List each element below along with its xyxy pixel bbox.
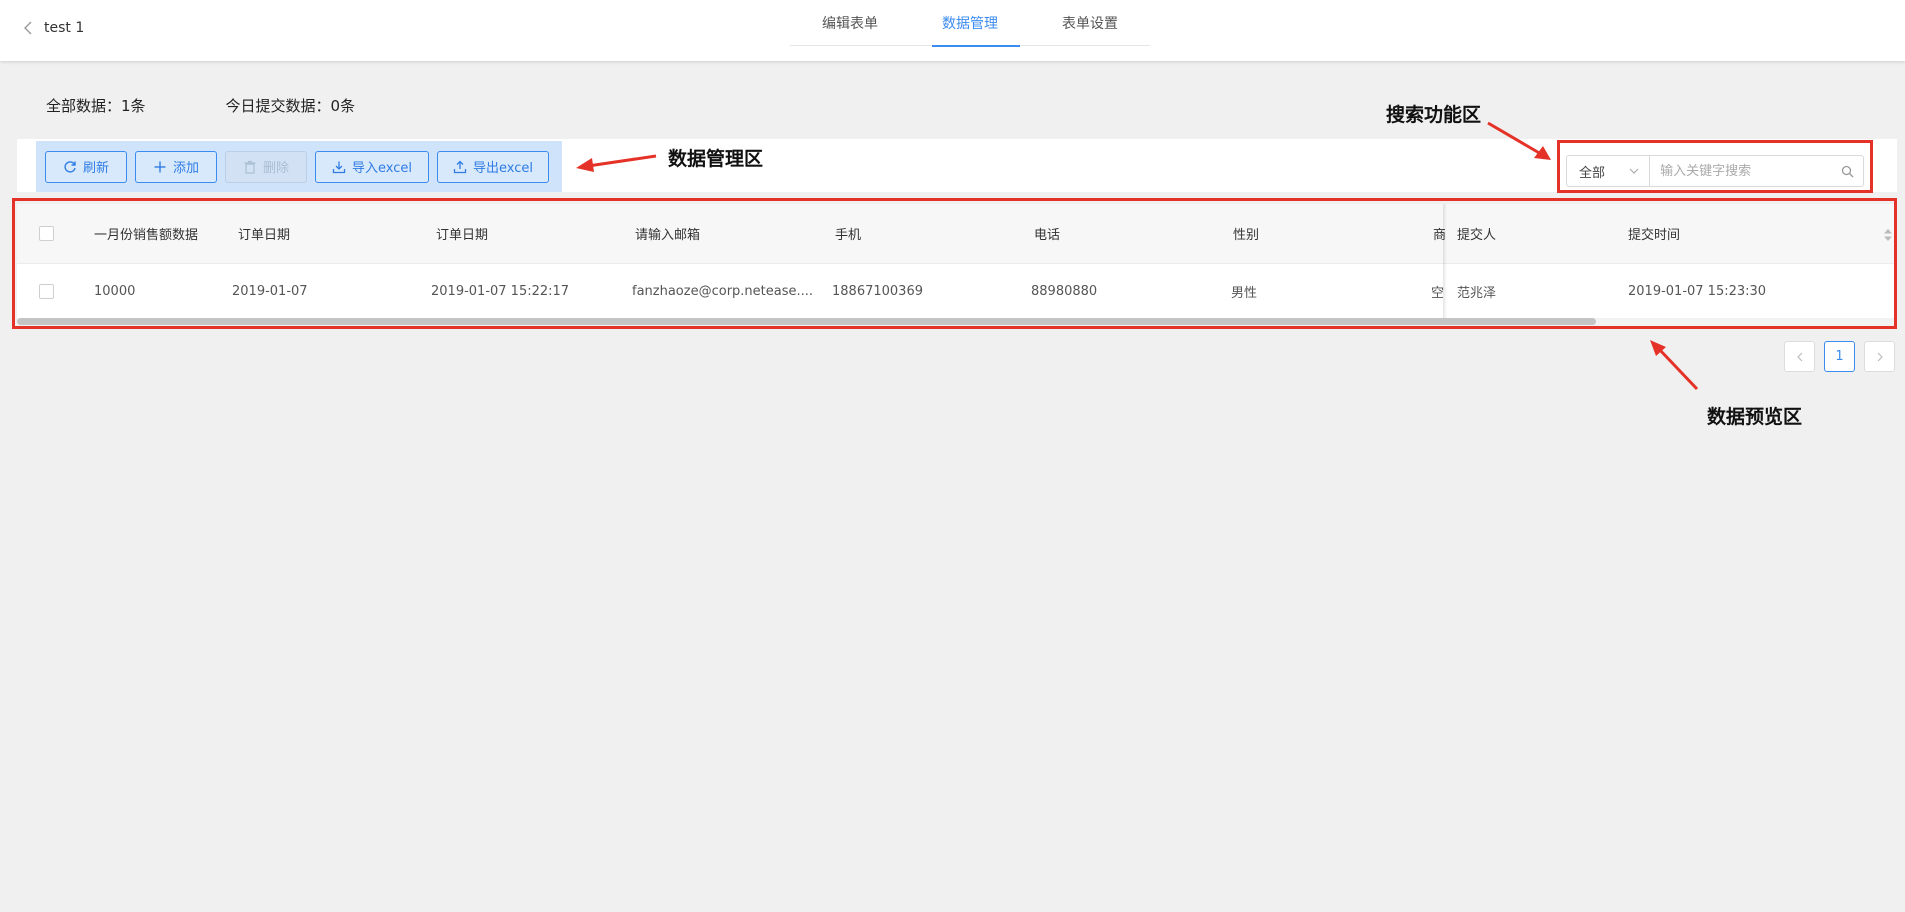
search-scope-select[interactable]: 全部 xyxy=(1567,156,1651,186)
search-area-label: 搜索功能区 xyxy=(1386,104,1482,126)
tab-form-settings[interactable]: 表单设置 xyxy=(1030,0,1150,46)
scrollbar-thumb[interactable] xyxy=(17,318,1596,325)
page-number[interactable]: 1 xyxy=(1824,341,1855,372)
sort-icon[interactable] xyxy=(1883,228,1893,242)
refresh-label: 刷新 xyxy=(82,161,109,176)
table-cell: fanzhaoze@corp.netease.... xyxy=(632,283,814,299)
delete-label: 删除 xyxy=(262,161,289,176)
table-cell: 2019-01-07 15:23:30 xyxy=(1628,283,1767,299)
search-input[interactable] xyxy=(1650,156,1833,186)
plus-icon xyxy=(154,161,166,172)
export-label: 导出excel xyxy=(473,161,533,176)
tab-bar: 编辑表单 数据管理 表单设置 xyxy=(790,0,1150,47)
upload-icon xyxy=(453,160,467,173)
delete-button[interactable]: 删除 xyxy=(225,150,307,183)
search-bar: 全部 xyxy=(1566,155,1864,187)
column-header[interactable]: 订单日期 xyxy=(238,204,388,263)
top-header: test 1 编辑表单 数据管理 表单设置 xyxy=(0,0,1905,61)
tab-edit-form[interactable]: 编辑表单 xyxy=(790,0,910,46)
fixed-row[interactable]: 范兆泽 2019-01-07 15:23:30 xyxy=(1445,264,1897,318)
fixed-columns: 提交人 提交时间 范兆泽 2019-01-07 15:23:30 xyxy=(1445,204,1897,318)
table-cell: 范兆泽 xyxy=(1457,285,1497,301)
column-header[interactable]: 一月份销售额数据 xyxy=(94,204,214,263)
fixed-column-divider xyxy=(1443,204,1447,318)
annotation-arrows xyxy=(576,121,1699,391)
import-label: 导入excel xyxy=(352,161,412,176)
next-page-button[interactable] xyxy=(1864,341,1895,372)
data-table: 一月份销售额数据 订单日期 订单日期 请输入邮箱 手机 电话 性别 商 1000… xyxy=(17,204,1897,325)
search-scope-value: 全部 xyxy=(1579,165,1606,181)
export-excel-button[interactable]: 导出excel xyxy=(437,150,549,183)
select-all-cell xyxy=(39,204,54,263)
tab-data-management[interactable]: 数据管理 xyxy=(910,0,1030,47)
prev-page-button[interactable] xyxy=(1784,341,1815,372)
row-select-cell xyxy=(39,264,54,318)
column-header[interactable]: 电话 xyxy=(1034,204,1184,263)
column-header[interactable]: 性别 xyxy=(1233,204,1383,263)
download-icon xyxy=(332,161,346,173)
add-label: 添加 xyxy=(172,161,199,176)
total-count: 全部数据：1条 xyxy=(46,97,146,115)
table-cell: 2019-01-07 15:22:17 xyxy=(431,283,570,299)
table-cell: 88980880 xyxy=(1031,283,1098,299)
column-header[interactable]: 手机 xyxy=(835,204,985,263)
preview-area-label: 数据预览区 xyxy=(1707,406,1803,428)
fixed-header: 提交人 提交时间 xyxy=(1445,204,1897,264)
refresh-button[interactable]: 刷新 xyxy=(45,150,127,183)
chevron-left-icon xyxy=(1796,352,1802,361)
table-cell: 2019-01-07 xyxy=(232,283,308,299)
trash-icon xyxy=(244,160,256,174)
chevron-left-icon xyxy=(24,21,32,35)
table-cell: 10000 xyxy=(94,283,136,299)
arrow-preview xyxy=(1657,347,1699,391)
select-all-checkbox[interactable] xyxy=(39,226,54,241)
horizontal-scrollbar[interactable] xyxy=(17,318,1897,325)
column-header[interactable]: 提交时间 xyxy=(1628,204,1778,263)
column-header[interactable]: 订单日期 xyxy=(436,204,586,263)
refresh-icon xyxy=(64,160,76,173)
column-header[interactable]: 提交人 xyxy=(1457,204,1557,263)
import-excel-button[interactable]: 导入excel xyxy=(315,150,429,183)
pagination: 1 xyxy=(1784,341,1895,372)
back-button[interactable]: test 1 xyxy=(22,19,84,37)
table-cell: 男性 xyxy=(1231,285,1258,301)
row-checkbox[interactable] xyxy=(39,283,54,299)
today-count: 今日提交数据：0条 xyxy=(225,97,356,115)
column-header[interactable]: 请输入邮箱 xyxy=(635,204,785,263)
add-button[interactable]: 添加 xyxy=(135,150,217,183)
chevron-right-icon xyxy=(1877,352,1883,361)
table-cell: 18867100369 xyxy=(832,283,923,299)
search-icon xyxy=(1841,165,1854,177)
data-stats: 全部数据：1条 今日提交数据：0条 xyxy=(46,95,355,116)
search-button[interactable] xyxy=(1832,156,1863,186)
chevron-down-icon xyxy=(1629,168,1639,174)
data-management-toolbar: 刷新 添加 删除 导入excel 导出excel xyxy=(36,141,562,192)
form-title: test 1 xyxy=(44,20,85,36)
manage-area-label: 数据管理区 xyxy=(668,148,764,170)
